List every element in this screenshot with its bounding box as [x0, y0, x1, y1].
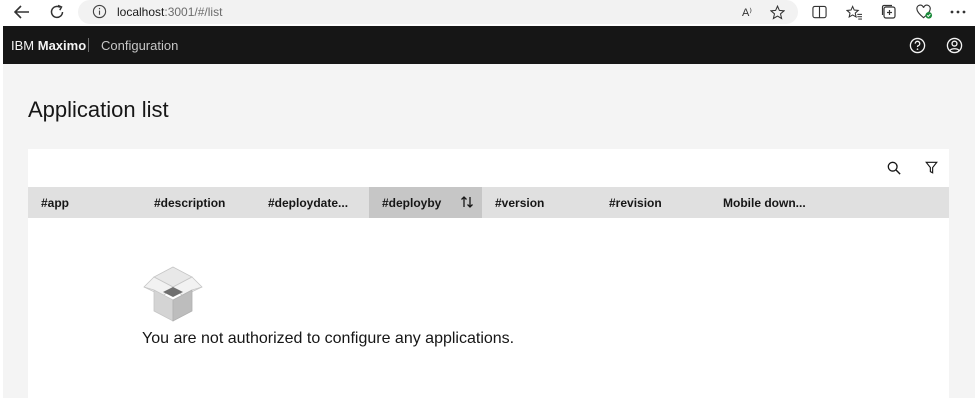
column-header-label: #version [495, 195, 545, 210]
header-section-label: Configuration [101, 38, 179, 53]
column-header-mobile-download[interactable]: Mobile down... [710, 187, 824, 218]
column-header-version[interactable]: #version [482, 187, 596, 218]
column-header-app[interactable]: #app [28, 187, 141, 218]
url-path: :3001/#/list [164, 5, 223, 19]
search-icon[interactable] [885, 159, 903, 177]
product-name[interactable]: IBM Maximo [11, 38, 86, 53]
brand-prefix: IBM [11, 38, 35, 53]
column-header-label: #description [154, 195, 226, 210]
page-content: Application list #app #description #depl… [3, 64, 975, 398]
site-info-icon[interactable] [92, 4, 107, 24]
sort-arrows-icon[interactable] [460, 195, 474, 209]
user-profile-icon[interactable] [945, 36, 963, 54]
column-header-deployby[interactable]: #deployby [369, 187, 482, 218]
column-header-label: #revision [609, 195, 662, 210]
address-bar[interactable]: localhost:3001/#/list A⁾ [78, 0, 798, 24]
collections-icon[interactable] [879, 3, 899, 21]
page-title: Application list [28, 97, 169, 122]
filter-icon[interactable] [922, 159, 940, 177]
browser-essentials-icon[interactable] [914, 3, 934, 21]
empty-state-message: You are not authorized to configure any … [142, 330, 515, 347]
browser-toolbar: localhost:3001/#/list A⁾ [0, 0, 975, 25]
favorite-star-icon[interactable] [768, 3, 786, 21]
url-text: localhost:3001/#/list [117, 5, 222, 19]
help-icon[interactable] [908, 36, 926, 54]
column-header-label: #deploydate... [268, 195, 349, 210]
empty-box-icon [143, 266, 203, 322]
url-host: localhost [117, 5, 165, 19]
table-header-row: #app #description #deploydate... #deploy… [28, 187, 949, 218]
read-aloud-icon[interactable]: A⁾ [738, 3, 756, 21]
application-table: #app #description #deploydate... #deploy… [28, 149, 949, 398]
app-header: IBM Maximo Configuration [3, 26, 975, 64]
column-header-label: #app [41, 195, 70, 210]
favorites-icon[interactable] [844, 3, 864, 21]
split-screen-icon[interactable] [809, 3, 829, 21]
column-header-description[interactable]: #description [141, 187, 255, 218]
column-header-revision[interactable]: #revision [596, 187, 710, 218]
read-aloud-label: A⁾ [741, 6, 753, 19]
brand-name: Maximo [37, 38, 87, 53]
column-header-label: Mobile down... [723, 195, 806, 210]
empty-state: You are not authorized to configure any … [28, 218, 949, 398]
more-options-icon[interactable] [948, 3, 968, 21]
column-header-deploydate[interactable]: #deploydate... [255, 187, 369, 218]
header-divider [88, 38, 89, 52]
back-arrow-icon[interactable] [11, 2, 33, 22]
refresh-icon[interactable] [46, 2, 68, 22]
column-header-label: #deployby [382, 195, 442, 210]
